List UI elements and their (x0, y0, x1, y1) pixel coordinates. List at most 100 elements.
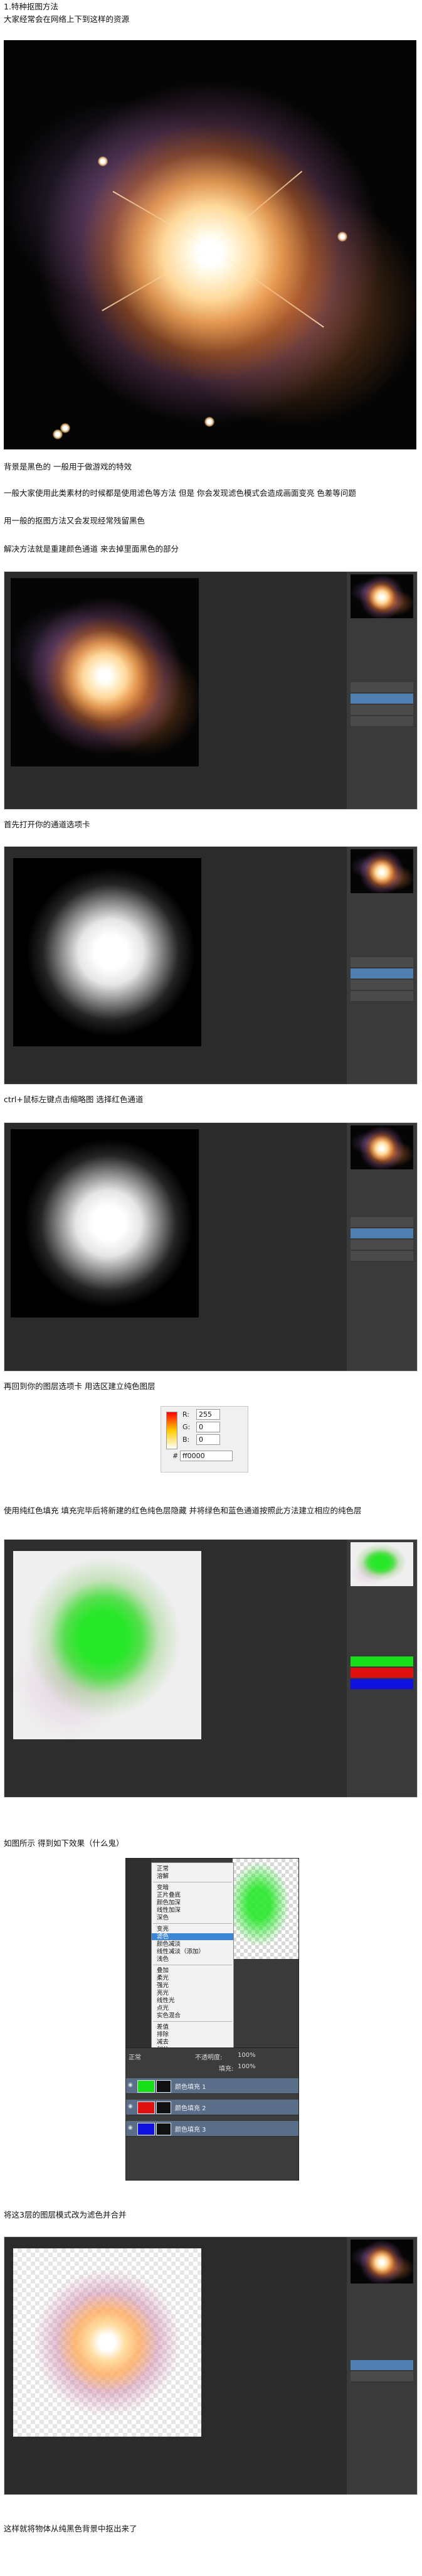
side-panel (347, 847, 417, 1084)
g-label: G: (182, 1423, 191, 1431)
blend-menu-item[interactable]: 颜色减淡 (157, 1941, 181, 1948)
blend-menu-item[interactable]: 实色混合 (157, 2012, 181, 2019)
channel-row[interactable] (351, 694, 413, 704)
blend-menu-item[interactable]: 变暗 (157, 1884, 169, 1891)
blend-menu-item[interactable]: 点光 (157, 2005, 169, 2012)
blend-menu-item[interactable]: 排除 (157, 2031, 169, 2038)
menu-separator (153, 1923, 232, 1924)
canvas (11, 578, 199, 766)
b-label: B: (182, 1436, 190, 1444)
layer-color-swatch[interactable] (137, 2080, 155, 2093)
blend-menu-item[interactable]: 强光 (157, 1982, 169, 1989)
g-field[interactable]: 0 (196, 1422, 220, 1432)
blend-menu-item[interactable]: 柔光 (157, 1975, 169, 1982)
blend-menu-item[interactable]: 颜色加深 (157, 1899, 181, 1906)
transparent-canvas (233, 1859, 298, 1959)
hex-field[interactable]: ff0000 (180, 1451, 233, 1461)
color-picker: R: 255 G: 0 B: 0 # ff0000 (161, 1406, 248, 1473)
color-ramp (166, 1412, 177, 1449)
photoshop-screenshot-red-channel (4, 1122, 418, 1371)
blend-menu-item[interactable]: 正常 (157, 1865, 169, 1872)
opacity-label: 不透明度: (195, 2054, 223, 2061)
blend-menu-item[interactable]: 滤色 (152, 1933, 233, 1940)
channel-row[interactable] (351, 980, 413, 990)
blend-menu-item[interactable]: 叠加 (157, 1967, 169, 1974)
blend-menu-item[interactable]: 线性加深 (157, 1907, 181, 1914)
r-label: R: (182, 1410, 190, 1419)
blend-menu-item[interactable]: 线性光 (157, 1997, 175, 2004)
blend-menu-item[interactable]: 深色 (157, 1914, 169, 1921)
paragraph: 如图所示 得到如下效果（什么鬼） (4, 1838, 124, 1848)
side-panel (347, 1540, 417, 1797)
opacity-value[interactable]: 100% (238, 2052, 256, 2059)
b-field[interactable]: 0 (196, 1434, 220, 1445)
paragraph: 大家经常会在网络上下到这样的资源 (4, 14, 130, 24)
navigator-thumb (351, 574, 413, 618)
channel-row[interactable] (351, 957, 413, 968)
channel-row[interactable] (351, 1228, 413, 1239)
layer-row[interactable]: ◉ 颜色填充 3 (126, 2121, 298, 2137)
navigator-thumb (351, 849, 413, 893)
paragraph: 首先打开你的通道选项卡 (4, 820, 90, 829)
paragraph: 使用纯红色填充 填充完毕后将新建的红色纯色层隐藏 并将绿色和蓝色通道按照此方法建… (4, 1506, 362, 1515)
canvas (13, 2248, 201, 2437)
channel-row[interactable] (351, 1240, 413, 1250)
layer-row[interactable]: ◉ 颜色填充 1 (126, 2078, 298, 2094)
layer-row[interactable] (351, 2360, 413, 2371)
paragraph: 再回到你的图层选项卡 用选区建立纯色图层 (4, 1382, 156, 1391)
blend-menu-item[interactable]: 变亮 (157, 1926, 169, 1933)
blend-menu-item[interactable]: 正片叠底 (157, 1892, 181, 1899)
photoshop-screenshot-green-layers (4, 1539, 418, 1798)
photoshop-screenshot-channels-mono (4, 846, 418, 1085)
layer-rows: ◉ 颜色填充 1 ◉ 颜色填充 2 ◉ 颜色填充 3 (126, 2078, 298, 2179)
layer-row[interactable]: ◉ 颜色填充 2 (126, 2100, 298, 2115)
paragraph: 背景是黑色的 一般用于做游戏的特效 (4, 462, 132, 471)
channel-row[interactable] (351, 1251, 413, 1262)
article: 1.特种抠图方法 大家经常会在网络上下到这样的资源 背景是黑色的 一般用于做游戏… (0, 0, 422, 2576)
layer-row[interactable] (351, 2371, 413, 2382)
explosion-art (11, 578, 199, 766)
eye-icon[interactable]: ◉ (128, 2125, 134, 2131)
layer-color-swatch[interactable] (137, 2123, 155, 2135)
channel-row[interactable] (351, 1217, 413, 1228)
channel-row[interactable] (351, 716, 413, 727)
extracted-explosion-art (13, 2248, 201, 2437)
hex-label: # (172, 1452, 179, 1460)
blend-menu-item[interactable]: 减去 (157, 2039, 169, 2046)
channel-row[interactable] (351, 682, 413, 693)
blend-menu-item[interactable]: 线性减淡（添加） (157, 1948, 204, 1955)
channel-row[interactable] (351, 991, 413, 1002)
navigator-thumb (351, 1125, 413, 1169)
blend-menu-item[interactable]: 浅色 (157, 1956, 169, 1963)
layer-name: 颜色填充 2 (175, 2105, 206, 2112)
layer-mask-thumb[interactable] (156, 2123, 171, 2135)
layer-mask-thumb[interactable] (156, 2101, 171, 2114)
blend-menu-item[interactable]: 亮光 (157, 1990, 169, 1997)
channel-row[interactable] (351, 969, 413, 979)
navigator-thumb (351, 2240, 413, 2284)
grayscale-channel-art (11, 1129, 199, 1318)
layer-row-blue[interactable] (351, 1679, 413, 1690)
r-field[interactable]: 255 (196, 1409, 220, 1420)
blend-menu-item[interactable]: 差值 (157, 2024, 169, 2031)
eye-icon[interactable]: ◉ (128, 2082, 134, 2088)
green-composite-art (13, 1551, 201, 1739)
layer-row-green[interactable] (351, 1656, 413, 1667)
explosion-image (4, 40, 416, 449)
side-panel (347, 2237, 417, 2494)
section-title: 1.特种抠图方法 (4, 2, 58, 11)
layer-mode[interactable]: 正常 (129, 2052, 141, 2061)
layer-color-swatch[interactable] (137, 2101, 155, 2114)
side-panel (347, 572, 417, 809)
layer-mask-thumb[interactable] (156, 2080, 171, 2093)
eye-icon[interactable]: ◉ (128, 2103, 134, 2110)
spark (60, 423, 70, 433)
canvas (13, 1551, 201, 1739)
canvas (11, 1129, 199, 1318)
channel-row[interactable] (351, 705, 413, 716)
layer-row-red[interactable] (351, 1668, 413, 1678)
fill-label: 填充: (219, 2066, 234, 2073)
fill-value[interactable]: 100% (238, 2063, 256, 2070)
blend-menu-item[interactable]: 溶解 (157, 1873, 169, 1880)
canvas (13, 858, 201, 1046)
